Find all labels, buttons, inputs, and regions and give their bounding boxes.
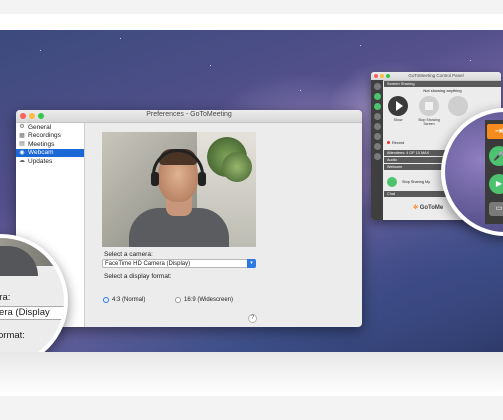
chat-icon[interactable] — [373, 133, 381, 140]
sharing-status: Not showing anything — [423, 88, 462, 93]
record-dot-icon — [387, 141, 390, 144]
gear-icon: ⚙ — [19, 124, 25, 131]
radio-selected-icon — [103, 297, 109, 303]
recordings-icon: ▦ — [19, 132, 25, 139]
stop-showing-button[interactable] — [419, 96, 439, 116]
zoomed-format-label: y format: — [0, 330, 25, 341]
zoomed-webcam-preview — [0, 238, 64, 276]
camera-icon[interactable] — [373, 103, 381, 110]
format-radio-16-9[interactable]: 16:9 (Widescreen) — [175, 297, 233, 303]
format-radio-4-3[interactable]: 4:3 (Normal) — [103, 297, 145, 303]
camera-share-icon[interactable] — [387, 177, 397, 187]
format-radio-label: 16:9 (Widescreen) — [184, 297, 234, 303]
cloud-icon: ☁ — [19, 158, 25, 165]
pause-button[interactable] — [448, 96, 468, 116]
people-icon[interactable] — [373, 123, 381, 130]
stop-showing-label: Stop Showing Screen — [418, 118, 440, 126]
show-screen-button[interactable] — [388, 96, 408, 116]
chevron-down-icon: ▾ — [247, 259, 256, 268]
radio-unselected-icon — [175, 297, 181, 303]
webcam-icon: ◉ — [19, 149, 25, 156]
control-panel-toolbar — [371, 80, 383, 220]
camera-icon[interactable]: ▶ — [489, 174, 503, 194]
camera-select[interactable]: FaceTime HD Camera (Display) ▾ — [102, 259, 256, 268]
show-label: Show — [393, 118, 403, 122]
record-icon[interactable] — [373, 143, 381, 150]
calendar-icon: ▤ — [19, 141, 25, 148]
sidebar-item-label: Updates — [28, 157, 53, 165]
screen-icon[interactable] — [373, 113, 381, 120]
help-button[interactable]: ? — [248, 314, 257, 323]
camera-select-value: FaceTime HD Camera (Display) — [105, 261, 191, 267]
collapse-arrow-icon[interactable]: ⇥ — [487, 124, 503, 139]
sidebar-item-label: Recordings — [28, 132, 61, 140]
preferences-title: Preferences - GoToMeeting — [146, 111, 232, 118]
sidebar-item-general[interactable]: ⚙ General — [16, 123, 84, 132]
settings-icon[interactable] — [373, 153, 381, 160]
magnifier-settings-zoom: era: Camera (Display y format: — [0, 234, 68, 352]
zoomed-camera-select[interactable]: Camera (Display — [0, 306, 64, 320]
sidebar-item-updates[interactable]: ☁ Updates — [16, 157, 84, 166]
sidebar-item-meetings[interactable]: ▤ Meetings — [16, 140, 84, 149]
sidebar-item-label: Webcam — [28, 149, 54, 157]
preferences-titlebar: Preferences - GoToMeeting — [16, 110, 362, 123]
microphone-icon[interactable]: 🎤 — [489, 146, 503, 166]
sidebar-item-label: General — [28, 123, 52, 131]
record-label: Record — [392, 141, 405, 145]
sidebar-item-webcam[interactable]: ◉ Webcam — [16, 148, 84, 157]
desktop-background: Preferences - GoToMeeting ⚙ General ▦ Re… — [0, 30, 503, 352]
gotomeeting-logo: ✲ GoToMe — [413, 205, 444, 211]
display-format-label: Select a display format: — [104, 273, 172, 280]
control-panel-title: GoToMeeting Control Panel — [408, 73, 464, 78]
webcam-settings-panel: Select a camera: FaceTime HD Camera (Dis… — [85, 123, 362, 327]
screen-share-icon[interactable]: ▭ — [489, 202, 503, 216]
microphone-icon[interactable] — [373, 93, 381, 100]
bottom-reflection — [0, 352, 503, 396]
camera-select-label: Select a camera: — [104, 251, 153, 258]
webcam-preview — [102, 132, 256, 247]
zoomed-camera-label: era: — [0, 292, 11, 303]
sidebar-item-recordings[interactable]: ▦ Recordings — [16, 132, 84, 141]
control-panel-titlebar: GoToMeeting Control Panel — [371, 72, 501, 81]
sidebar-item-label: Meetings — [28, 140, 55, 148]
screen-sharing-header[interactable]: Screen Sharing — [384, 81, 501, 87]
format-radio-label: 4:3 (Normal) — [112, 297, 146, 303]
preferences-window: Preferences - GoToMeeting ⚙ General ▦ Re… — [16, 110, 362, 327]
grab-tab-icon[interactable] — [373, 83, 381, 90]
